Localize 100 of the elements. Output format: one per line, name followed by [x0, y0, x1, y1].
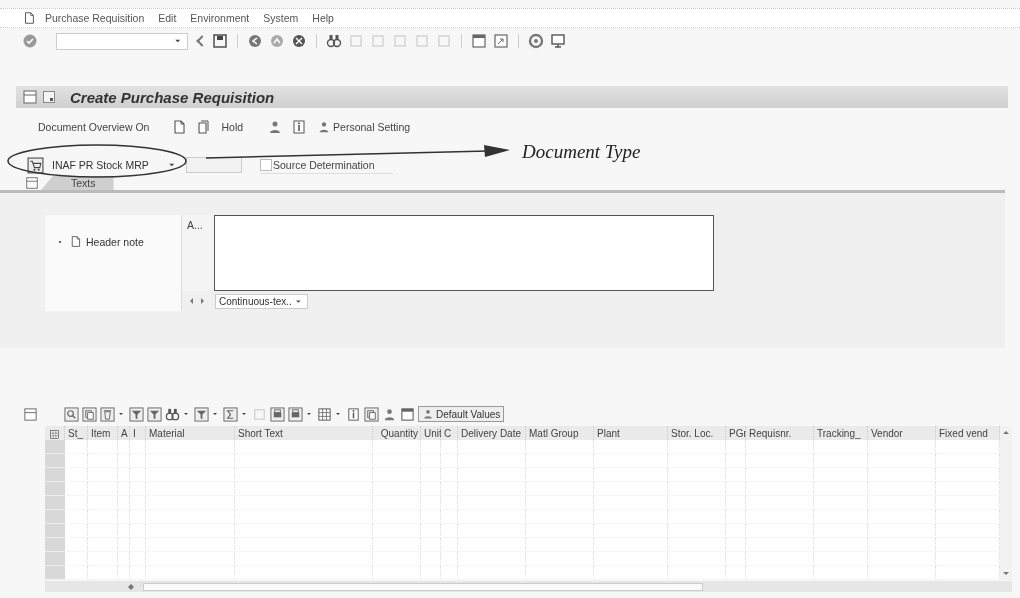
table-cell[interactable] — [65, 482, 88, 496]
table-cell[interactable] — [936, 538, 1000, 552]
square-icon[interactable] — [392, 33, 408, 49]
table-cell[interactable] — [594, 468, 668, 482]
table-cell[interactable] — [458, 566, 526, 580]
table-cell[interactable] — [421, 496, 441, 510]
table-cell[interactable] — [421, 524, 441, 538]
table-cell[interactable] — [118, 510, 130, 524]
menu-item[interactable]: Environment — [190, 12, 250, 24]
table-cell[interactable] — [868, 468, 936, 482]
table-cell[interactable] — [526, 524, 594, 538]
table-cell[interactable] — [746, 454, 814, 468]
table-cell[interactable] — [88, 552, 118, 566]
binoculars-icon[interactable] — [165, 406, 180, 422]
table-cell[interactable] — [814, 482, 868, 496]
table-cell[interactable] — [130, 566, 146, 580]
caret-icon[interactable] — [306, 410, 314, 418]
magnifier-icon[interactable] — [64, 406, 79, 422]
table-cell[interactable] — [146, 552, 235, 566]
square-icon[interactable] — [414, 33, 430, 49]
table-cell[interactable] — [373, 454, 421, 468]
info-icon[interactable] — [291, 119, 308, 135]
table-cell[interactable] — [441, 510, 458, 524]
printer-icon[interactable] — [270, 406, 285, 422]
menu-item[interactable]: Edit — [158, 12, 177, 24]
table-cell[interactable] — [88, 496, 118, 510]
table-cell[interactable] — [726, 552, 746, 566]
table-cell[interactable] — [668, 454, 726, 468]
square-icon[interactable] — [436, 33, 452, 49]
table-cell[interactable] — [746, 510, 814, 524]
table-cell[interactable] — [526, 566, 594, 580]
table-cell[interactable] — [235, 496, 373, 510]
table-cell[interactable] — [65, 566, 88, 580]
table-cell[interactable] — [526, 538, 594, 552]
table-cell[interactable] — [235, 566, 373, 580]
table-cell[interactable] — [458, 538, 526, 552]
table-cell[interactable] — [668, 524, 726, 538]
table-cell[interactable] — [936, 524, 1000, 538]
table-cell[interactable] — [88, 454, 118, 468]
table-cell[interactable] — [868, 538, 936, 552]
table-cell[interactable] — [421, 454, 441, 468]
table-cell[interactable] — [118, 552, 130, 566]
caret-icon[interactable] — [212, 410, 220, 418]
copy-icon[interactable] — [364, 406, 379, 422]
table-cell[interactable] — [594, 454, 668, 468]
table-cell[interactable] — [65, 454, 88, 468]
table-cell[interactable] — [88, 482, 118, 496]
table-cell[interactable] — [130, 454, 146, 468]
table-cell[interactable] — [441, 482, 458, 496]
table-cell[interactable] — [458, 454, 526, 468]
table-cell[interactable] — [868, 566, 936, 580]
grid-icon[interactable] — [317, 406, 332, 422]
table-cell[interactable] — [526, 552, 594, 566]
table-cell[interactable] — [421, 440, 441, 454]
table-cell[interactable] — [936, 440, 1000, 454]
table-cell[interactable] — [421, 468, 441, 482]
table-cell[interactable] — [118, 482, 130, 496]
window-icon[interactable] — [471, 33, 487, 49]
table-cell[interactable] — [373, 524, 421, 538]
table-cell[interactable] — [118, 538, 130, 552]
table-cell[interactable] — [458, 440, 526, 454]
table-cell[interactable] — [526, 482, 594, 496]
person-icon[interactable] — [382, 406, 397, 422]
text-area[interactable] — [214, 215, 714, 291]
printer-icon[interactable] — [288, 406, 303, 422]
table-cell[interactable] — [421, 566, 441, 580]
square-icon[interactable] — [348, 33, 364, 49]
table-cell[interactable] — [88, 538, 118, 552]
table-cell[interactable] — [441, 496, 458, 510]
table-cell[interactable] — [130, 538, 146, 552]
table-settings-icon[interactable] — [23, 406, 38, 422]
caret-icon[interactable] — [335, 410, 343, 418]
table-cell[interactable] — [235, 552, 373, 566]
table-cell[interactable] — [130, 482, 146, 496]
table-cell[interactable] — [88, 510, 118, 524]
panel-icon[interactable] — [25, 176, 39, 190]
menu-item[interactable]: Purchase Requisition — [45, 12, 145, 24]
table-cell[interactable] — [726, 440, 746, 454]
tree-item[interactable]: Header note — [86, 235, 144, 248]
copy-icon[interactable] — [82, 406, 97, 422]
table-cell[interactable] — [441, 454, 458, 468]
table-cell[interactable] — [746, 482, 814, 496]
table-cell[interactable] — [868, 496, 936, 510]
new-document-icon[interactable] — [171, 119, 188, 135]
filter-icon[interactable] — [194, 406, 209, 422]
table-cell[interactable] — [88, 524, 118, 538]
table-cell[interactable] — [726, 566, 746, 580]
table-cell[interactable] — [746, 552, 814, 566]
table-cell[interactable] — [146, 524, 235, 538]
table-cell[interactable] — [594, 510, 668, 524]
row-selector[interactable] — [45, 468, 65, 482]
table-cell[interactable] — [458, 552, 526, 566]
table-cell[interactable] — [594, 538, 668, 552]
table-cell[interactable] — [235, 454, 373, 468]
table-cell[interactable] — [130, 496, 146, 510]
table-cell[interactable] — [726, 454, 746, 468]
table-cell[interactable] — [936, 468, 1000, 482]
table-cell[interactable] — [726, 510, 746, 524]
table-cell[interactable] — [746, 468, 814, 482]
table-cell[interactable] — [668, 510, 726, 524]
